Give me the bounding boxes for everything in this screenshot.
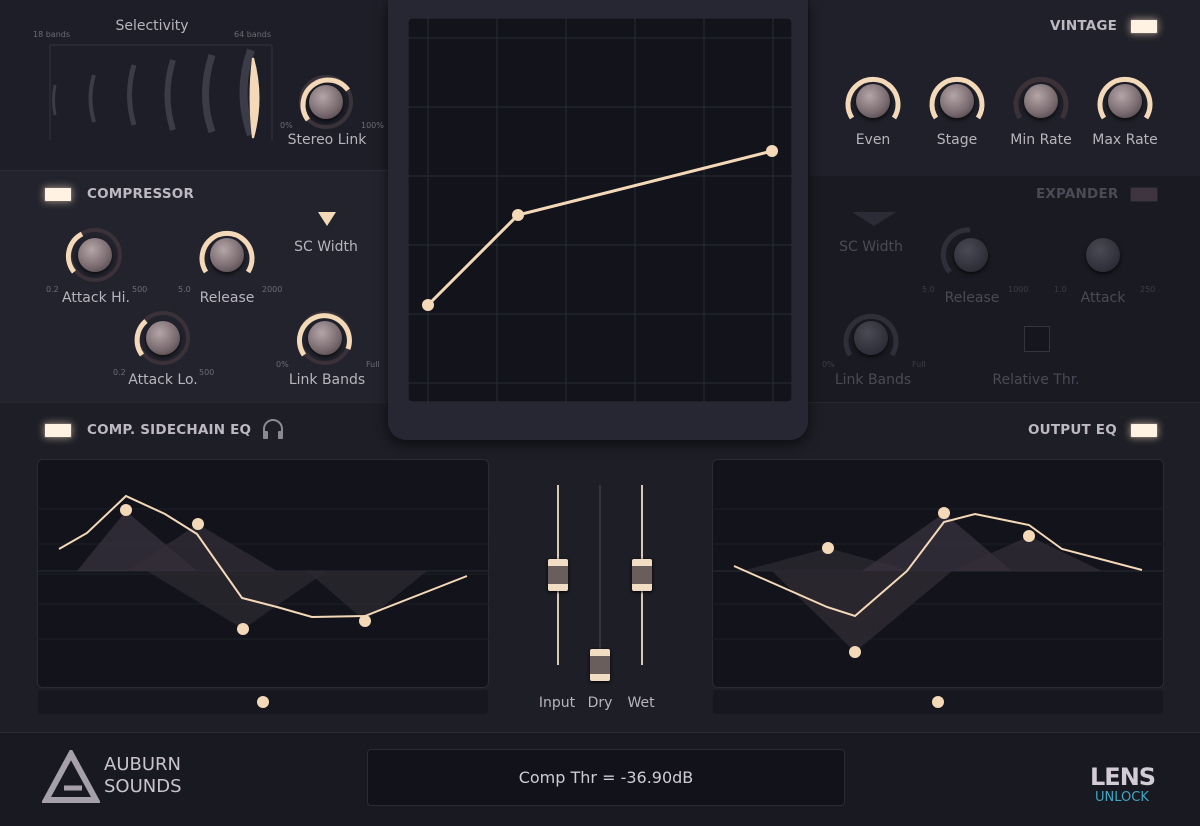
stereo-link-knob[interactable]: [309, 85, 343, 119]
output-eq-slider-handle[interactable]: [932, 696, 944, 708]
output-eq-title: OUTPUT EQ: [1028, 422, 1117, 438]
release-knob[interactable]: [210, 238, 244, 272]
input-fader-handle[interactable]: [548, 559, 568, 591]
output-eq-toggle[interactable]: [1130, 423, 1158, 438]
vintage-toggle[interactable]: [1130, 19, 1158, 34]
expander-link-bands-label: Link Bands: [834, 372, 912, 388]
max-rate-knob[interactable]: [1108, 84, 1142, 118]
expander-link-bands-knob[interactable]: [854, 321, 888, 355]
attack-lo-max: 500: [199, 368, 215, 377]
vintage-title: VINTAGE: [1050, 18, 1118, 34]
release-min: 5.0: [178, 285, 191, 294]
expander-attack-max: 250: [1140, 285, 1156, 294]
selectivity-slider[interactable]: [40, 40, 280, 140]
expander-sc-width-arrow-icon[interactable]: [850, 210, 898, 228]
wet-fader-handle[interactable]: [632, 559, 652, 591]
max-rate-label: Max Rate: [1092, 132, 1158, 148]
stage-knob[interactable]: [940, 84, 974, 118]
stage-label: Stage: [936, 132, 978, 148]
release-label: Release: [199, 290, 255, 306]
min-rate-label: Min Rate: [1010, 132, 1072, 148]
sc-width-arrow-icon[interactable]: [316, 210, 338, 228]
output-eq-graph[interactable]: [712, 459, 1164, 688]
auburn-sounds-logo-icon: [42, 750, 100, 803]
link-bands-knob[interactable]: [308, 321, 342, 355]
stereo-link-max: 100%: [361, 121, 384, 130]
sidechain-eq-toggle[interactable]: [44, 423, 72, 438]
stereo-link-label: Stereo Link: [287, 132, 367, 148]
attack-lo-label: Attack Lo.: [128, 372, 198, 388]
expander-release-min: 5.0: [922, 285, 935, 294]
product-name: LENS: [1090, 763, 1156, 791]
expander-release-max: 1000: [1008, 285, 1029, 294]
expander-title: EXPANDER: [1036, 186, 1119, 202]
release-max: 2000: [262, 285, 283, 294]
attack-lo-min: 0.2: [113, 368, 126, 377]
input-fader-label: Input: [538, 695, 576, 711]
attack-hi-max: 500: [132, 285, 148, 294]
expander-attack-knob[interactable]: [1086, 238, 1120, 272]
sidechain-eq-title: COMP. SIDECHAIN EQ: [87, 422, 252, 438]
dry-fader-handle[interactable]: [590, 649, 610, 681]
stereo-link-min: 0%: [280, 121, 293, 130]
selectivity-title: Selectivity: [115, 18, 189, 34]
expander-release-knob[interactable]: [954, 238, 988, 272]
compressor-title: COMPRESSOR: [87, 186, 195, 202]
headphones-icon[interactable]: [261, 418, 285, 440]
expander-attack-label: Attack: [1080, 290, 1126, 306]
link-bands-max: Full: [366, 360, 380, 369]
unlock-link[interactable]: UNLOCK: [1095, 790, 1149, 805]
expander-sc-width-label: SC Width: [839, 239, 903, 255]
brand-line1: AUBURN: [104, 754, 181, 775]
sidechain-eq-graph[interactable]: [37, 459, 489, 688]
link-bands-min: 0%: [276, 360, 289, 369]
attack-hi-label: Attack Hi.: [61, 290, 131, 306]
relative-thr-label: Relative Thr.: [992, 372, 1080, 388]
expander-link-bands-min: 0%: [822, 360, 835, 369]
expander-link-bands-max: Full: [912, 360, 926, 369]
min-rate-knob[interactable]: [1024, 84, 1058, 118]
expander-attack-min: 1.0: [1054, 285, 1067, 294]
dry-fader-label: Dry: [587, 695, 613, 711]
brand-line2: SOUNDS: [104, 776, 182, 797]
transfer-curve-graph[interactable]: [408, 18, 792, 402]
link-bands-label: Link Bands: [288, 372, 366, 388]
status-text: Comp Thr = -36.90dB: [518, 768, 694, 787]
attack-hi-knob[interactable]: [78, 238, 112, 272]
even-knob[interactable]: [856, 84, 890, 118]
even-label: Even: [855, 132, 891, 148]
dry-fader-track: [599, 485, 601, 665]
expander-toggle[interactable]: [1130, 187, 1158, 202]
relative-thr-checkbox[interactable]: [1024, 326, 1050, 352]
wet-fader-label: Wet: [627, 695, 655, 711]
attack-lo-knob[interactable]: [146, 321, 180, 355]
status-display: Comp Thr = -36.90dB: [367, 749, 845, 806]
selectivity-max-label: 64 bands: [234, 30, 272, 39]
compressor-toggle[interactable]: [44, 187, 72, 202]
selectivity-min-label: 18 bands: [33, 30, 71, 39]
attack-hi-min: 0.2: [46, 285, 59, 294]
sc-width-label: SC Width: [294, 239, 358, 255]
sidechain-eq-slider-handle[interactable]: [257, 696, 269, 708]
brand-name: AUBURN SOUNDS: [104, 754, 182, 798]
expander-release-label: Release: [944, 290, 1000, 306]
